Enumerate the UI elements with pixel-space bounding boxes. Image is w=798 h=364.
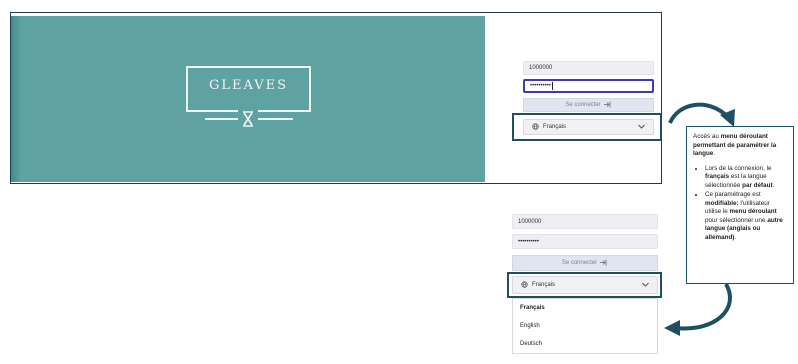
connect-button-label: Se connecter [561,260,598,266]
logo-hourglass-icon [238,110,258,128]
callout-text: Ce paramétrage est [705,191,761,198]
globe-icon [532,122,539,132]
callout-text: pour sélectionner une [705,216,768,224]
password-input[interactable]: •••••••••• [523,79,654,93]
explanation-callout: Accès au menu déroulant permettant de pa… [686,126,794,284]
language-select-value: Français [532,282,556,288]
curved-arrow-icon [664,282,732,336]
password-input[interactable]: •••••••••• [512,234,658,249]
password-value: •••••••••• [530,83,552,89]
text-cursor [552,82,554,90]
language-select[interactable]: Français [512,276,658,294]
callout-text: . [772,181,775,189]
callout-bullet-default: Lors de la connexion, le français est la… [705,165,787,191]
login-arrow-icon [603,101,612,110]
username-input[interactable]: 1000000 [523,61,654,75]
callout-bullet-modifiable: Ce paramétrage est modifiable: l'utilisa… [705,191,787,242]
brand-logo-text: GLEAVES [208,78,289,93]
language-select[interactable]: Français [523,119,654,135]
language-option-francais[interactable]: Français [513,299,657,317]
callout-list: Lors de la connexion, le français est la… [693,165,787,243]
callout-bold: modifiable: [705,199,739,207]
username-value: 1000000 [518,218,542,225]
callout-text: Accès au [693,133,721,140]
password-value: •••••••••• [518,238,540,245]
language-dropdown-menu: Français English Deutsch [512,298,658,354]
connect-button-label: Se connecter [565,102,601,108]
globe-icon [521,280,528,290]
callout-bold: menu déroulant [729,208,777,215]
callout-text: . [713,150,716,157]
chevron-down-icon [642,282,649,289]
callout-intro: Accès au menu déroulant permettant de pa… [693,133,787,159]
chevron-down-icon [638,124,645,131]
callout-bold: par défaut [742,181,773,189]
language-option-english[interactable]: English [513,317,657,335]
connect-button[interactable]: Se connecter [512,255,658,271]
login-arrow-icon [600,259,608,268]
callout-text: Lors de la connexion, le [705,164,772,172]
callout-text: . [734,233,737,241]
language-option-deutsch[interactable]: Deutsch [513,335,657,353]
username-input[interactable]: 1000000 [512,214,658,229]
callout-bold: français [705,173,730,180]
connect-button[interactable]: Se connecter [523,98,654,112]
language-select-value: Français [543,124,567,130]
banner-edge-shade [11,16,21,182]
username-value: 1000000 [529,65,553,71]
